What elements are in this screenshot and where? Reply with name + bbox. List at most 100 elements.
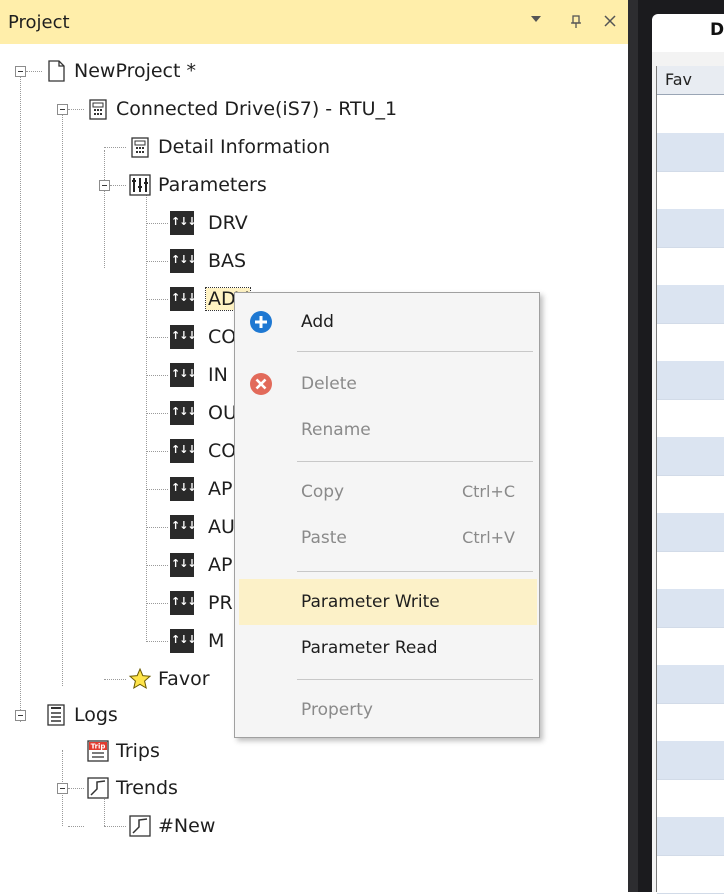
tree-item-label: Logs: [74, 704, 118, 726]
table-row[interactable]: [657, 209, 724, 248]
table-row[interactable]: [657, 741, 724, 780]
menu-item-label: Rename: [301, 420, 371, 440]
tree-item-label: AU: [208, 516, 235, 538]
parameter-group-icon: ↑↓↓: [170, 515, 197, 539]
menu-separator: [297, 679, 533, 680]
drive-icon: [131, 137, 149, 158]
close-icon: [604, 15, 616, 27]
parameter-group-icon: ↑↓↓: [170, 553, 197, 577]
table-row[interactable]: [657, 855, 724, 894]
menu-separator: [297, 351, 533, 352]
menu-separator: [297, 571, 533, 572]
add-icon: [250, 311, 272, 333]
favorites-grid: Fav: [656, 66, 724, 894]
trend-icon: [87, 777, 109, 799]
table-row[interactable]: [657, 285, 724, 324]
table-row[interactable]: [657, 627, 724, 666]
menu-item-property[interactable]: Property: [239, 687, 537, 733]
menu-item-label: Add: [301, 312, 334, 332]
parameter-group-icon: ↑↓↓: [170, 287, 197, 311]
tree-item-label: DRV: [208, 212, 248, 234]
parameter-group-icon: ↑↓↓: [170, 439, 197, 463]
tree-item-label: OU: [208, 402, 237, 424]
table-row[interactable]: [657, 475, 724, 514]
tree-item-label: #New: [158, 815, 216, 837]
menu-item-paste[interactable]: Paste Ctrl+V: [239, 515, 537, 561]
parameter-group-icon: ↑↓↓: [170, 363, 197, 387]
tree-item-label: CO: [208, 440, 237, 462]
log-icon: [47, 704, 65, 726]
menu-item-label: Property: [301, 700, 373, 720]
table-row[interactable]: [657, 817, 724, 856]
table-row[interactable]: [657, 171, 724, 210]
panel-title: Project: [8, 12, 70, 33]
parameter-group-icon: ↑↓↓: [170, 325, 197, 349]
expander-parameters[interactable]: [99, 180, 110, 191]
context-menu: Add Delete Rename Copy Ctrl+C Paste Ctrl…: [234, 292, 540, 738]
table-row[interactable]: [657, 779, 724, 818]
drive-icon: [89, 99, 107, 120]
delete-icon: [250, 373, 272, 395]
expander-logs[interactable]: [15, 710, 26, 721]
tree-item-label: AP: [208, 554, 233, 576]
tree-item-label: PR: [208, 592, 233, 614]
panel-dropdown-button[interactable]: [524, 9, 548, 33]
table-row[interactable]: [657, 133, 724, 172]
table-row[interactable]: [657, 513, 724, 552]
table-row[interactable]: [657, 551, 724, 590]
menu-item-label: Paste: [301, 528, 347, 548]
pin-button[interactable]: [564, 9, 588, 33]
tree-item-label: M: [208, 630, 225, 652]
table-row[interactable]: [657, 437, 724, 476]
expander-trends[interactable]: [57, 783, 68, 794]
expander-drive[interactable]: [57, 104, 68, 115]
trip-badge-text: Trip: [91, 743, 106, 751]
menu-item-label: Parameter Read: [301, 638, 438, 658]
parameter-group-icon: ↑↓↓: [170, 629, 197, 653]
parameter-group-icon: ↑↓↓: [170, 401, 197, 425]
menu-item-rename[interactable]: Rename: [239, 407, 537, 453]
table-row[interactable]: [657, 247, 724, 286]
trip-icon: Trip: [87, 740, 109, 762]
menu-separator: [297, 461, 533, 462]
menu-item-shortcut: Ctrl+V: [462, 528, 515, 547]
table-row[interactable]: [657, 399, 724, 438]
document-tab[interactable]: D: [652, 14, 724, 52]
tree-item-label: Parameters: [158, 174, 267, 196]
panel-header: Project: [0, 0, 628, 44]
menu-item-add[interactable]: Add: [239, 299, 537, 345]
tree-item-label: Trips: [116, 740, 160, 762]
tree-item-label: CO: [208, 326, 237, 348]
parameter-group-icon: ↑↓↓: [170, 591, 197, 615]
menu-item-parameter-write[interactable]: Parameter Write: [239, 579, 537, 625]
table-row[interactable]: [657, 323, 724, 362]
table-row[interactable]: [657, 361, 724, 400]
menu-item-copy[interactable]: Copy Ctrl+C: [239, 469, 537, 515]
tree-item-label: BAS: [208, 250, 247, 272]
grid-column-header-label: Fav: [665, 70, 693, 89]
star-icon: [128, 667, 152, 690]
parameters-icon: [129, 174, 151, 196]
menu-item-label: Copy: [301, 482, 345, 502]
tree-item-label: NewProject *: [74, 60, 196, 82]
table-row[interactable]: [657, 665, 724, 704]
pin-icon: [571, 15, 581, 28]
tree-item-label: Favor: [158, 668, 210, 690]
tree-item-label: Connected Drive(iS7) - RTU_1: [116, 98, 398, 120]
expander-project[interactable]: [15, 66, 26, 77]
parameter-group-icon: ↑↓↓: [170, 249, 197, 273]
dropdown-icon: [531, 16, 541, 22]
table-row[interactable]: [657, 703, 724, 742]
menu-item-delete[interactable]: Delete: [239, 361, 537, 407]
document-icon: [48, 60, 65, 82]
tree-item-label: Detail Information: [158, 136, 330, 158]
close-button[interactable]: [598, 9, 622, 33]
tree-item-label: AP: [208, 478, 233, 500]
table-row[interactable]: [657, 589, 724, 628]
document-tab-label: D: [710, 20, 724, 40]
grid-column-header[interactable]: Fav: [657, 66, 724, 95]
table-row[interactable]: [657, 95, 724, 134]
menu-item-label: Delete: [301, 374, 357, 394]
menu-item-label: Parameter Write: [301, 592, 440, 612]
menu-item-parameter-read[interactable]: Parameter Read: [239, 625, 537, 671]
